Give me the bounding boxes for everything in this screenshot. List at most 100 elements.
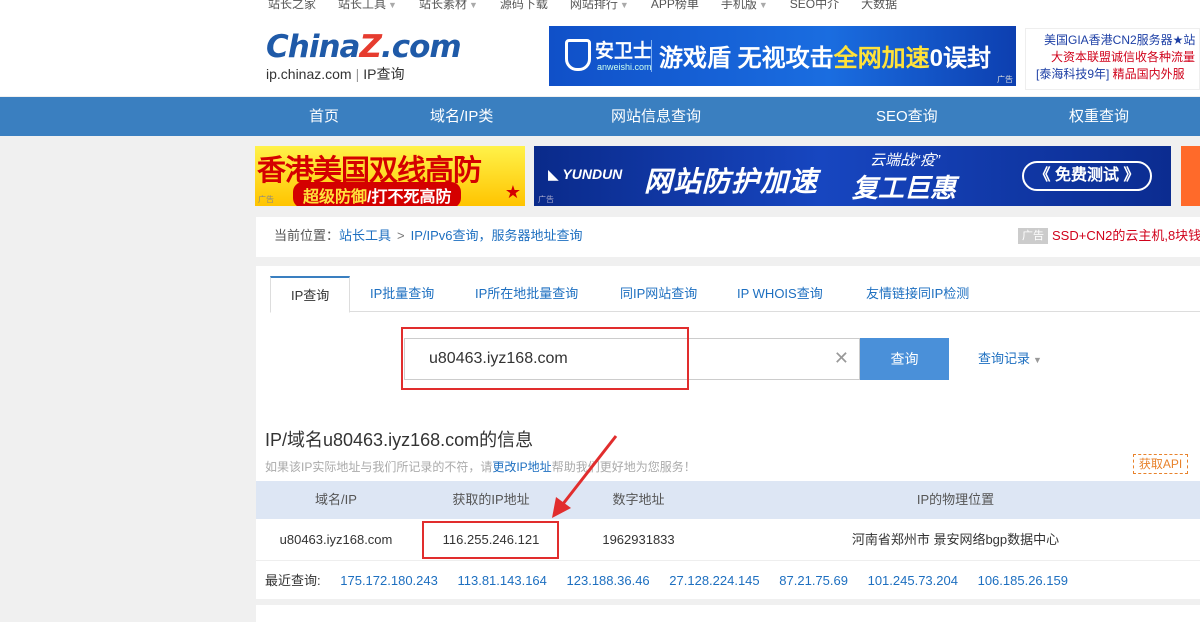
logo-subtitle: ip.chinaz.com | IP查询 bbox=[266, 66, 405, 82]
side-ad-line[interactable]: 大资本联盟诚信收各种流量 bbox=[1036, 49, 1199, 66]
recent-ip-link[interactable]: 87.21.75.69 bbox=[779, 573, 848, 588]
close-icon[interactable]: ✕ bbox=[834, 348, 849, 369]
topnav-item[interactable]: 大数据 bbox=[861, 0, 897, 12]
ip-query-panel: IP查询 IP批量查询 IP所在地批量查询 同IP网站查询 IP WHOIS查询… bbox=[256, 266, 1200, 599]
change-ip-link[interactable]: 更改IP地址 bbox=[492, 460, 551, 474]
chinaz-logo[interactable]: ChinaZ.com ip.chinaz.com | IP查询 bbox=[266, 29, 462, 84]
yundun-logo: ◣ YUNDUN bbox=[548, 166, 623, 182]
result-hint: 如果该IP实际地址与我们所记录的不符，请更改IP地址帮助我们更好地为您服务！ bbox=[265, 460, 696, 474]
tab-ip-batch[interactable]: IP批量查询 bbox=[370, 276, 434, 312]
topnav-item[interactable]: 站长工具 ▼ bbox=[338, 0, 397, 12]
column-header: 获取的IP地址 bbox=[452, 492, 530, 507]
nav-item-site-info[interactable]: 网站信息查询 bbox=[611, 97, 701, 136]
result-table-header: 域名/IP 获取的IP地址 数字地址 IP的物理位置 bbox=[256, 481, 1200, 519]
topnav-item[interactable]: 站长之家 bbox=[268, 0, 316, 12]
recent-ip-link[interactable]: 113.81.143.164 bbox=[457, 573, 546, 588]
topnav-item[interactable]: APP榜单 bbox=[651, 0, 699, 12]
logo-wordmark: ChinaZ.com bbox=[266, 29, 462, 65]
tab-ip-query[interactable]: IP查询 bbox=[270, 276, 351, 313]
recent-queries: 最近查询: 175.172.180.243 113.81.143.164 123… bbox=[265, 570, 1068, 592]
topnav-item[interactable]: 站长素材 ▼ bbox=[419, 0, 478, 12]
result-title: IP/域名u80463.iyz168.com的信息 bbox=[265, 430, 534, 450]
topnav-item-label: 站长之家 bbox=[268, 0, 317, 11]
cell-location: 河南省郑州市 景安网络bgp数据中心 bbox=[851, 532, 1060, 547]
recent-label: 最近查询: bbox=[265, 573, 321, 588]
top-navigation: 站长之家 站长工具 ▼ 站长素材 ▼ 源码下载 网站排行 ▼ APP榜单 手机版 ▼ SEO中介 大数据 bbox=[0, 0, 1200, 14]
cell-domain: u80463.iyz168.com bbox=[279, 532, 393, 547]
column-header: 数字地址 bbox=[612, 492, 665, 507]
chevron-down-icon: ▼ bbox=[468, 0, 478, 10]
shield-icon bbox=[565, 39, 591, 71]
breadcrumb-link-tools[interactable]: 站长工具 bbox=[339, 228, 391, 243]
topnav-item-label: 站长工具 bbox=[338, 0, 387, 11]
chevron-down-icon: ▼ bbox=[758, 0, 768, 10]
nav-item-seo[interactable]: SEO查询 bbox=[876, 97, 938, 136]
cell-numeric-address: 1962931833 bbox=[602, 532, 675, 547]
breadcrumb-current[interactable]: IP/IPv6查询，服务器地址查询 bbox=[411, 228, 583, 243]
nav-item-weight[interactable]: 权重查询 bbox=[1069, 97, 1129, 136]
column-header: 域名/IP bbox=[315, 492, 357, 507]
free-test-button[interactable]: 《 免费测试 》 bbox=[1022, 161, 1152, 191]
ad-small-text: 云端战“疫” bbox=[870, 152, 940, 169]
chevron-down-icon: ▼ bbox=[388, 0, 397, 10]
side-ad-line[interactable]: [泰海科技9年] 精品国内外服 bbox=[1036, 66, 1199, 83]
tab-location-batch[interactable]: IP所在地批量查询 bbox=[475, 276, 578, 312]
topnav-item-label: 站长素材 bbox=[418, 0, 467, 11]
topnav-item-label: 源码下载 bbox=[499, 0, 548, 11]
table-row: u80463.iyz168.com 116.255.246.121 196293… bbox=[256, 519, 1200, 561]
bottom-ad-strip[interactable] bbox=[256, 605, 1200, 622]
query-button[interactable]: 查询 bbox=[860, 338, 949, 380]
topnav-item[interactable]: 源码下载 bbox=[500, 0, 548, 12]
tab-same-ip-sites[interactable]: 同IP网站查询 bbox=[620, 276, 697, 312]
tab-ip-whois[interactable]: IP WHOIS查询 bbox=[737, 276, 823, 312]
yundun-ad[interactable]: ◣ YUNDUN 网站防护加速 云端战“疫” 复工巨惠 《 免费测试 》 广告 bbox=[534, 146, 1171, 206]
banner-slogan: 游戏盾 无视攻击全网加速0误封 bbox=[659, 45, 992, 72]
ad-big-text: 复工巨惠 bbox=[852, 173, 957, 203]
chevron-down-icon: ▼ bbox=[1033, 355, 1042, 365]
ad-tag: 广告 bbox=[538, 195, 554, 204]
topnav-item[interactable]: SEO中介 bbox=[790, 0, 839, 12]
banner-divider bbox=[651, 40, 652, 72]
nav-item-domain-ip[interactable]: 域名/IP类 bbox=[430, 97, 493, 136]
topnav-item[interactable]: 网站排行 ▼ bbox=[570, 0, 629, 12]
topnav-item-label: APP榜单 bbox=[650, 0, 699, 11]
ad-title: 网站防护加速 bbox=[644, 166, 819, 197]
site-header: ChinaZ.com ip.chinaz.com | IP查询 安卫士 anweis… bbox=[0, 14, 1200, 96]
tab-friend-link-check[interactable]: 友情链接同IP检测 bbox=[866, 276, 969, 312]
recent-ip-link[interactable]: 123.188.36.46 bbox=[567, 573, 650, 588]
topnav-item[interactable]: 手机版 ▼ bbox=[721, 0, 768, 12]
breadcrumb: 当前位置：站长工具 > IP/IPv6查询，服务器地址查询 bbox=[274, 217, 583, 255]
recent-ip-link[interactable]: 27.128.224.145 bbox=[669, 573, 759, 588]
query-history-dropdown[interactable]: 查询记录 ▼ bbox=[978, 338, 1042, 381]
topnav-item-label: 网站排行 bbox=[569, 0, 618, 11]
breadcrumb-prefix: 当前位置： bbox=[274, 228, 340, 243]
annotation-box-ip bbox=[422, 521, 559, 559]
column-header: IP的物理位置 bbox=[916, 492, 995, 507]
recent-ip-link[interactable]: 101.245.73.204 bbox=[868, 573, 958, 588]
ad-tag: 广告 bbox=[258, 195, 274, 204]
header-banner-ad[interactable]: 安卫士 anweishi.com 游戏盾 无视攻击全网加速0误封 广告 bbox=[549, 26, 1016, 86]
breadcrumb-panel: 当前位置：站长工具 > IP/IPv6查询，服务器地址查询 广告 SSD+CN2的云主… bbox=[256, 217, 1200, 257]
main-navigation: 首页 域名/IP类 网站信息查询 SEO查询 权重查询 bbox=[0, 97, 1200, 136]
topnav-item-label: SEO中介 bbox=[789, 0, 840, 11]
banner-brand: 安卫士 bbox=[595, 41, 653, 62]
recent-ip-link[interactable]: 175.172.180.243 bbox=[340, 573, 438, 588]
breadcrumb-separator: > bbox=[397, 228, 405, 243]
side-orange-ad[interactable] bbox=[1181, 146, 1200, 206]
chevron-down-icon: ▼ bbox=[619, 0, 629, 10]
get-api-button[interactable]: 获取API bbox=[1133, 454, 1188, 474]
topnav-item-label: 大数据 bbox=[861, 0, 898, 11]
annotation-box-search bbox=[401, 327, 689, 390]
star-icon: ★ bbox=[504, 182, 521, 202]
hk-server-ad[interactable]: 香港美国双线高防 超级防御/打不死高防 ★ 广告 bbox=[255, 146, 525, 206]
tool-tabs: IP查询 IP批量查询 IP所在地批量查询 同IP网站查询 IP WHOIS查询… bbox=[270, 276, 1200, 313]
ad-subtitle: 超级防御/打不死高防 bbox=[293, 182, 462, 206]
banner-brand-domain: anweishi.com bbox=[597, 62, 652, 72]
recent-ip-link[interactable]: 106.185.26.159 bbox=[978, 573, 1068, 588]
side-ad-line[interactable]: 美国GIA香港CN2服务器★站 bbox=[1036, 32, 1199, 49]
ad-text[interactable]: SSD+CN2的云主机,8块钱 bbox=[1052, 228, 1200, 243]
topnav-item-label: 手机版 bbox=[720, 0, 757, 11]
breadcrumb-text-ad[interactable]: 广告 SSD+CN2的云主机,8块钱 bbox=[1018, 217, 1200, 255]
header-side-ad[interactable]: 美国GIA香港CN2服务器★站 大资本联盟诚信收各种流量 [泰海科技9年] 精品… bbox=[1025, 28, 1200, 90]
nav-item-home[interactable]: 首页 bbox=[309, 97, 339, 136]
